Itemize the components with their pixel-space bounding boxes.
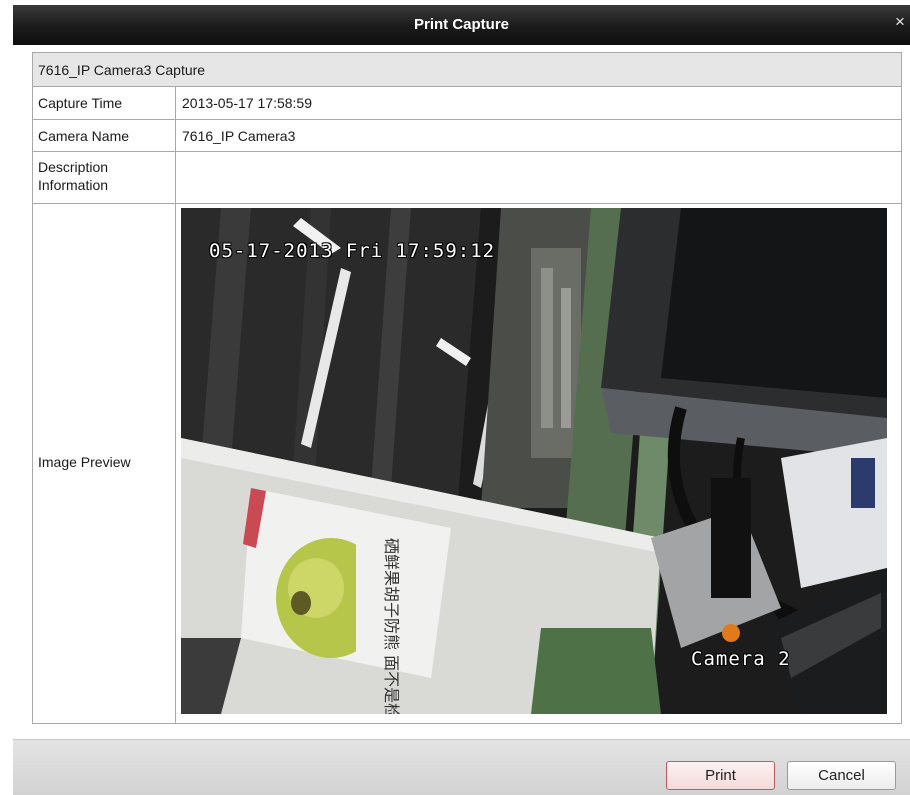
print-button[interactable]: Print [666, 761, 775, 790]
image-preview: 硒鲜果胡子防熊 面不是检验 05-17-2013 Fri 17:59:12 Ca… [181, 208, 887, 714]
description-value [177, 152, 901, 203]
poster-text: 硒鲜果胡子防熊 面不是检验 [382, 538, 401, 714]
table-header-row: 7616_IP Camera3 Capture [33, 53, 901, 87]
dialog-footer: Print Cancel [13, 739, 910, 795]
title-bar: Print Capture × [13, 5, 910, 45]
table-header: 7616_IP Camera3 Capture [38, 62, 206, 78]
osd-timestamp: 05-17-2013 Fri 17:59:12 [209, 240, 496, 262]
camera-snapshot: 硒鲜果胡子防熊 面不是检验 [181, 208, 887, 714]
table-row: Capture Time 2013-05-17 17:58:59 [33, 87, 901, 120]
osd-camera-label: Camera 2 [691, 648, 791, 670]
table-row: Camera Name 7616_IP Camera3 [33, 120, 901, 152]
cancel-button[interactable]: Cancel [787, 761, 896, 790]
table-row: Description Information [33, 152, 901, 204]
camera-name-value: 7616_IP Camera3 [182, 128, 296, 144]
capture-time-value: 2013-05-17 17:58:59 [182, 95, 312, 111]
description-label-line1: Description [38, 159, 109, 175]
capture-time-label: Capture Time [38, 95, 123, 111]
table-row: Image Preview 硒鲜果胡子防熊 面不是检验 05-17-2013 F… [33, 204, 901, 723]
close-icon[interactable]: × [892, 13, 908, 30]
image-preview-label: Image Preview [38, 454, 131, 470]
camera-name-label: Camera Name [38, 128, 130, 144]
capture-info-table: 7616_IP Camera3 Capture Capture Time 201… [32, 52, 902, 724]
dialog-content: 7616_IP Camera3 Capture Capture Time 201… [13, 45, 910, 739]
dialog-title: Print Capture [413, 16, 509, 33]
description-label-line2: Information [38, 177, 109, 193]
